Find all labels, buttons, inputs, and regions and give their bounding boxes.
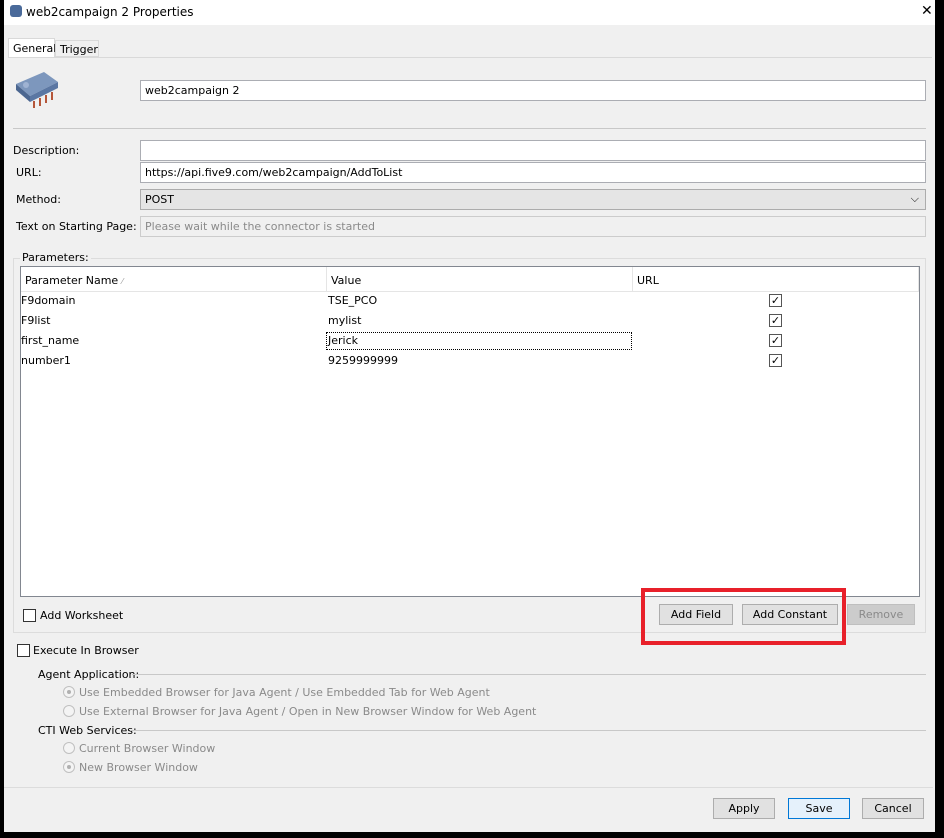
description-label: Description: bbox=[13, 144, 80, 157]
agent-application-label: Agent Application: bbox=[38, 668, 140, 681]
connector-chip-icon bbox=[16, 72, 58, 108]
radio-external-browser[interactable] bbox=[63, 705, 75, 717]
table-row[interactable]: number1 9259999999 ✓ bbox=[20, 351, 918, 371]
url-checkbox[interactable]: ✓ bbox=[769, 294, 782, 307]
radio-embedded-browser-label: Use Embedded Browser for Java Agent / Us… bbox=[79, 686, 490, 699]
tab-label: General bbox=[13, 42, 57, 55]
radio-external-browser-label: Use External Browser for Java Agent / Op… bbox=[79, 705, 537, 718]
radio-current-window[interactable] bbox=[63, 742, 75, 754]
cancel-button[interactable]: Cancel bbox=[862, 798, 924, 819]
parameters-label: Parameters: bbox=[20, 251, 91, 264]
method-label: Method: bbox=[16, 193, 61, 206]
starting-page-input[interactable]: Please wait while the connector is start… bbox=[140, 216, 926, 237]
table-row[interactable]: F9domain TSE_PCO ✓ bbox=[20, 291, 918, 311]
tab-general[interactable]: General bbox=[8, 38, 57, 58]
radio-new-window[interactable] bbox=[63, 761, 75, 773]
url-checkbox[interactable]: ✓ bbox=[769, 334, 782, 347]
table-row[interactable]: first_name Jerick ✓ bbox=[20, 331, 918, 351]
chevron-down-icon: ⌵ bbox=[910, 192, 919, 205]
column-parameter-name[interactable]: Parameter Name ⁄ bbox=[25, 274, 123, 287]
highlight-box bbox=[641, 588, 846, 645]
url-checkbox[interactable]: ✓ bbox=[769, 354, 782, 367]
apply-button[interactable]: Apply bbox=[713, 798, 775, 819]
radio-embedded-browser[interactable] bbox=[63, 686, 75, 698]
sort-icon: ⁄ bbox=[121, 277, 124, 286]
add-worksheet-checkbox[interactable] bbox=[23, 609, 36, 622]
url-checkbox[interactable]: ✓ bbox=[769, 314, 782, 327]
radio-new-window-label: New Browser Window bbox=[79, 761, 198, 774]
method-value: POST bbox=[145, 193, 174, 206]
table-row[interactable]: F9list mylist ✓ bbox=[20, 311, 918, 331]
column-url[interactable]: URL bbox=[637, 274, 659, 287]
description-input[interactable] bbox=[140, 140, 926, 161]
save-button[interactable]: Save bbox=[788, 798, 850, 819]
param-value-cell[interactable]: 9259999999 bbox=[328, 354, 398, 367]
close-icon[interactable]: ✕ bbox=[921, 3, 933, 19]
add-worksheet-label: Add Worksheet bbox=[40, 609, 124, 622]
app-icon bbox=[10, 5, 22, 17]
tab-trigger[interactable]: Trigger bbox=[55, 40, 99, 57]
window-title: web2campaign 2 Properties bbox=[26, 5, 194, 19]
cti-web-services-label: CTI Web Services: bbox=[38, 724, 137, 737]
title-bar: web2campaign 2 Properties ✕ bbox=[4, 0, 935, 25]
remove-button[interactable]: Remove bbox=[847, 604, 915, 625]
param-name-cell[interactable]: number1 bbox=[21, 354, 71, 367]
table-header: Parameter Name ⁄ Value URL bbox=[21, 267, 919, 292]
param-value-cell[interactable]: TSE_PCO bbox=[328, 294, 377, 307]
execute-in-browser-label: Execute In Browser bbox=[33, 644, 139, 657]
column-value[interactable]: Value bbox=[331, 274, 361, 287]
param-value-cell[interactable]: Jerick bbox=[326, 332, 632, 350]
starting-page-label: Text on Starting Page: bbox=[16, 220, 137, 233]
url-input[interactable]: https://api.five9.com/web2campaign/AddTo… bbox=[140, 162, 926, 183]
param-value-cell[interactable]: mylist bbox=[328, 314, 361, 327]
connector-name-input[interactable]: web2campaign 2 bbox=[140, 80, 926, 101]
param-name-cell[interactable]: F9list bbox=[21, 314, 50, 327]
method-select[interactable]: POST ⌵ bbox=[140, 189, 926, 210]
param-name-cell[interactable]: F9domain bbox=[21, 294, 76, 307]
url-label: URL: bbox=[16, 166, 42, 179]
radio-current-window-label: Current Browser Window bbox=[79, 742, 216, 755]
execute-in-browser-checkbox[interactable] bbox=[17, 644, 30, 657]
tab-label: Trigger bbox=[60, 43, 98, 56]
param-name-cell[interactable]: first_name bbox=[21, 334, 79, 347]
